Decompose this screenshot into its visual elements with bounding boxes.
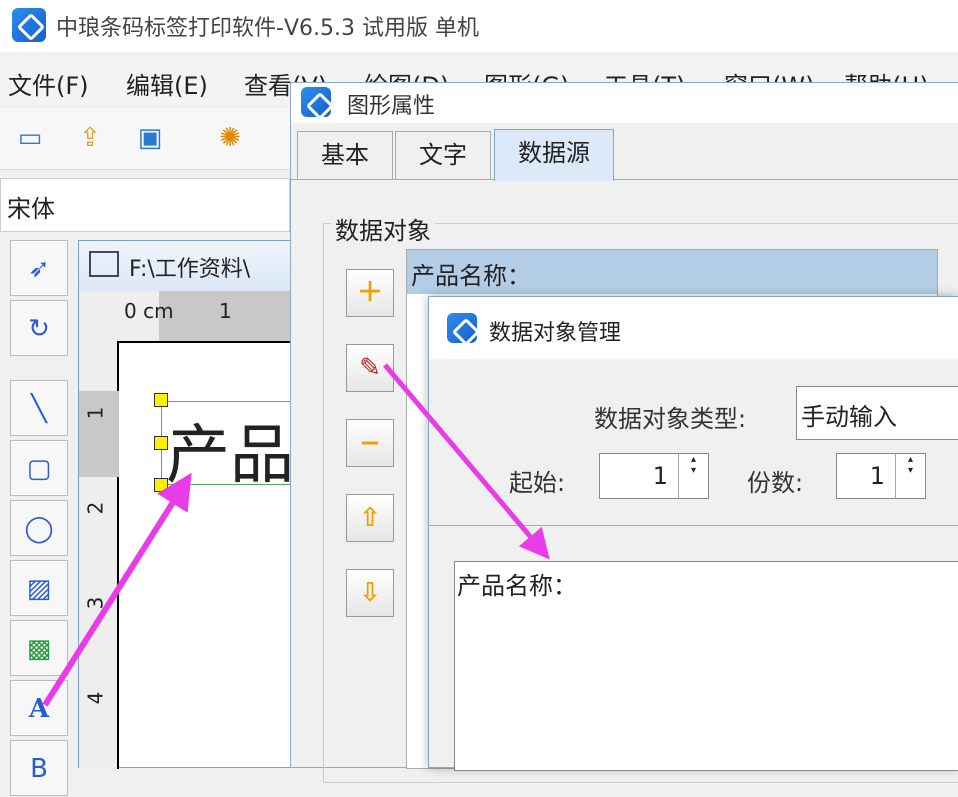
ellipse-tool-icon[interactable]: ◯: [10, 500, 68, 556]
dialog-title-bar: 数据对象管理: [429, 297, 958, 359]
content-textarea[interactable]: 产品名称：: [454, 561, 958, 771]
app-title: 中琅条码标签打印软件-V6.5.3 试用版 单机: [56, 10, 479, 42]
rotate-tool-icon[interactable]: ↻: [10, 300, 68, 356]
edit-button[interactable]: ✎: [346, 344, 394, 392]
image-tool-icon[interactable]: ▨: [10, 560, 68, 616]
vertical-ruler: 1 2 3 4: [79, 341, 119, 769]
picture-tool-icon[interactable]: ▩: [10, 620, 68, 676]
settings-icon[interactable]: ✺: [210, 118, 250, 158]
tab-basic[interactable]: 基本: [297, 131, 393, 179]
group-label: 数据对象: [331, 211, 435, 246]
move-down-button[interactable]: ⇩: [346, 569, 394, 617]
line-tool-icon[interactable]: ╲: [10, 380, 68, 436]
menu-file[interactable]: 文件(F): [8, 66, 89, 101]
dialog-title: 图形属性: [347, 94, 435, 119]
rectangle-tool-icon[interactable]: ▢: [10, 440, 68, 496]
spin-arrows-icon[interactable]: ▴▾: [678, 454, 708, 498]
tab-text[interactable]: 文字: [395, 131, 491, 179]
resize-handle[interactable]: [154, 478, 168, 492]
list-item[interactable]: 产品名称：: [407, 250, 937, 294]
open-icon[interactable]: ⇪: [70, 118, 110, 158]
app-logo-icon: [12, 8, 46, 42]
window-icon: [89, 251, 119, 277]
select-tool-icon[interactable]: ➶: [10, 240, 68, 296]
copies-value: 1: [870, 462, 885, 490]
remove-button[interactable]: −: [346, 419, 394, 467]
add-button[interactable]: ＋: [346, 269, 394, 317]
ruler-unit: 0 cm: [124, 299, 174, 323]
ruler-tick: 1: [83, 407, 107, 420]
document-window: F:\工作资料\ 0 cm 1 1 2 3 4 产品: [78, 240, 292, 768]
type-select[interactable]: 手动输入: [796, 386, 958, 440]
dialog-title-bar: 图形属性: [291, 83, 958, 123]
resize-handle[interactable]: [154, 436, 168, 450]
canvas-text: 产品: [166, 404, 294, 496]
spin-arrows-icon[interactable]: ▴▾: [895, 454, 925, 498]
document-title: F:\工作资料\: [79, 241, 291, 291]
barcode-tool-icon[interactable]: B: [10, 740, 68, 796]
ruler-tick: 1: [219, 299, 232, 323]
start-spinner[interactable]: 1 ▴▾: [599, 453, 709, 499]
copies-spinner[interactable]: 1 ▴▾: [836, 453, 926, 499]
text-tool-icon[interactable]: A: [10, 680, 68, 736]
type-label: 数据对象类型:: [594, 399, 746, 434]
start-label: 起始:: [509, 463, 565, 498]
move-up-button[interactable]: ⇧: [346, 494, 394, 542]
document-path: F:\工作资料\: [129, 257, 250, 282]
dialog-title: 数据对象管理: [489, 321, 621, 346]
save-icon[interactable]: ▣: [130, 118, 170, 158]
copies-label: 份数:: [747, 463, 803, 498]
app-logo-icon: [301, 87, 331, 117]
resize-handle[interactable]: [154, 393, 168, 407]
app-logo-icon: [447, 313, 477, 343]
text-object[interactable]: 产品: [161, 401, 301, 485]
data-object-manager-dialog: 数据对象管理 数据对象类型: 手动输入 起始: 1 ▴▾ 份数: 1 ▴▾ 产品…: [428, 296, 958, 768]
horizontal-ruler: 0 cm 1: [79, 291, 291, 341]
menu-edit[interactable]: 编辑(E): [126, 66, 208, 101]
ruler-tick: 2: [83, 502, 107, 515]
divider: [429, 525, 958, 526]
new-icon[interactable]: ▭: [10, 118, 50, 158]
ruler-tick: 4: [83, 692, 107, 705]
tab-data-source[interactable]: 数据源: [494, 129, 614, 181]
title-bar: 中琅条码标签打印软件-V6.5.3 试用版 单机: [0, 0, 958, 52]
font-select[interactable]: 宋体: [0, 178, 290, 232]
start-value: 1: [653, 462, 668, 490]
ruler-tick: 3: [83, 597, 107, 610]
